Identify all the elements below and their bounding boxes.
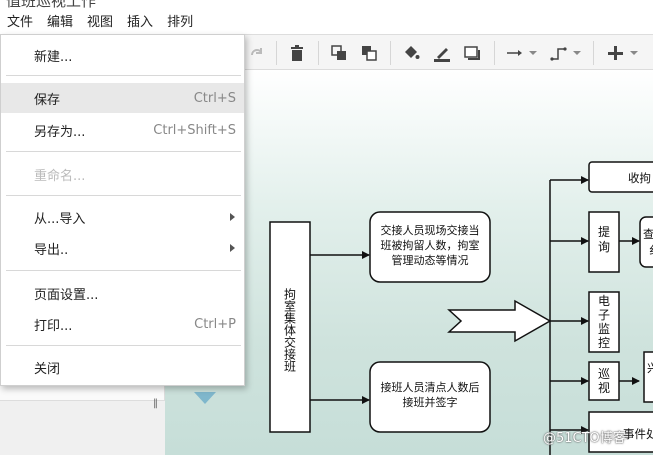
menu-separator (6, 75, 241, 76)
interrogation-box-label: 提询 (598, 225, 611, 254)
menu-item-print-label: 打印... (34, 318, 73, 334)
menu-arrange[interactable]: 排列 (160, 11, 200, 30)
chevron-right-icon (230, 213, 235, 221)
menu-item-page-setup[interactable]: 页面设置... (1, 278, 244, 308)
menu-item-page-setup-label: 页面设置... (34, 287, 99, 303)
menu-item-import-from[interactable]: 从...导入 (1, 202, 244, 232)
monitor-partial-box[interactable] (643, 351, 653, 403)
menu-item-save[interactable]: 保存 Ctrl+S (1, 83, 244, 113)
toolbar-separator (318, 41, 319, 65)
chevron-down-icon[interactable] (529, 51, 537, 55)
chevron-down-icon[interactable] (630, 51, 638, 55)
menu-separator (6, 195, 241, 196)
menu-file[interactable]: 文件 (0, 11, 40, 30)
intake-box-label: 收拘 (628, 171, 651, 185)
triangle-shape[interactable] (194, 392, 216, 404)
handover-line-3: 管理动态等情况 (391, 254, 469, 267)
menu-separator (6, 270, 241, 271)
toolbar-separator (494, 41, 495, 65)
watermark: @51CTO博客 (543, 431, 626, 446)
vertical-box-text: 拘室集体交接班 (282, 288, 297, 372)
menu-item-save-as-shortcut: Ctrl+Shift+S (153, 122, 236, 138)
file-menu-dropdown: 新建... 保存 Ctrl+S 另存为... Ctrl+Shift+S 重命名.… (0, 34, 245, 386)
redo-icon[interactable] (246, 42, 268, 64)
check-box-label-1: 查 (643, 227, 653, 241)
menu-item-new-label: 新建... (34, 49, 73, 65)
menu-item-rename[interactable]: 重命名... (1, 159, 244, 189)
line-color-icon[interactable] (431, 42, 453, 64)
menu-separator (6, 345, 241, 346)
sidebar-footer (0, 400, 165, 455)
toolbar-separator (276, 41, 277, 65)
menu-edit[interactable]: 编辑 (40, 11, 80, 30)
receive-line-1: 接班人员清点人数后 (380, 381, 480, 394)
patrol-box-label: 巡视 (598, 367, 611, 395)
menu-item-save-as-label: 另存为... (34, 124, 86, 140)
fill-color-icon[interactable] (400, 42, 422, 64)
check-box-label-2: 纟 (649, 243, 653, 257)
toolbar-separator (390, 41, 391, 65)
menu-item-print[interactable]: 打印... Ctrl+P (1, 309, 244, 339)
monitor-box-label: 电子监控 (598, 294, 611, 350)
to-front-icon[interactable] (328, 42, 350, 64)
menu-item-new[interactable]: 新建... (1, 40, 244, 70)
menu-separator (6, 151, 241, 152)
handover-line-2: 班被拘留人数，拘室 (380, 239, 480, 252)
menu-insert[interactable]: 插入 (120, 11, 160, 30)
handover-line-1: 交接人员现场交接当 (380, 224, 480, 237)
waypoints-icon[interactable] (548, 42, 570, 64)
block-arrow-shape[interactable] (447, 299, 552, 343)
menu-item-save-label: 保存 (34, 92, 61, 108)
menu-bar: 文件 编辑 视图 插入 排列 (0, 8, 653, 32)
toolbar-separator (593, 41, 594, 65)
receive-line-2: 接班并签字 (402, 396, 458, 409)
menu-item-rename-label: 重命名... (34, 168, 86, 184)
menu-item-save-shortcut: Ctrl+S (193, 90, 236, 106)
menu-item-save-as[interactable]: 另存为... Ctrl+Shift+S (1, 115, 244, 145)
menu-view[interactable]: 视图 (80, 11, 120, 30)
menu-item-export-label: 导出.. (34, 242, 69, 258)
to-back-icon[interactable] (358, 42, 380, 64)
menu-item-import-label: 从...导入 (34, 211, 86, 227)
chevron-down-icon[interactable] (573, 51, 581, 55)
handover-box-text: 交接人员现场交接当 班被拘留人数，拘室 管理动态等情况 (372, 214, 488, 268)
connection-icon[interactable] (504, 42, 526, 64)
menu-item-close-label: 关闭 (34, 361, 61, 377)
menu-item-print-shortcut: Ctrl+P (194, 316, 236, 332)
insert-plus-icon[interactable] (604, 42, 626, 64)
splitter-grip-icon[interactable]: ‖ (153, 398, 158, 409)
monitor-partial-label: 兴 (647, 361, 653, 375)
chevron-right-icon (230, 244, 235, 252)
receive-box-text: 接班人员清点人数后 接班并签字 (372, 364, 488, 410)
delete-icon[interactable] (286, 42, 308, 64)
incident-box-label: 事件处 (623, 427, 653, 441)
shadow-icon[interactable] (461, 42, 483, 64)
menu-item-export-as[interactable]: 导出.. (1, 233, 244, 263)
menu-item-close[interactable]: 关闭 (1, 352, 244, 382)
check-box-partial[interactable] (639, 216, 653, 268)
